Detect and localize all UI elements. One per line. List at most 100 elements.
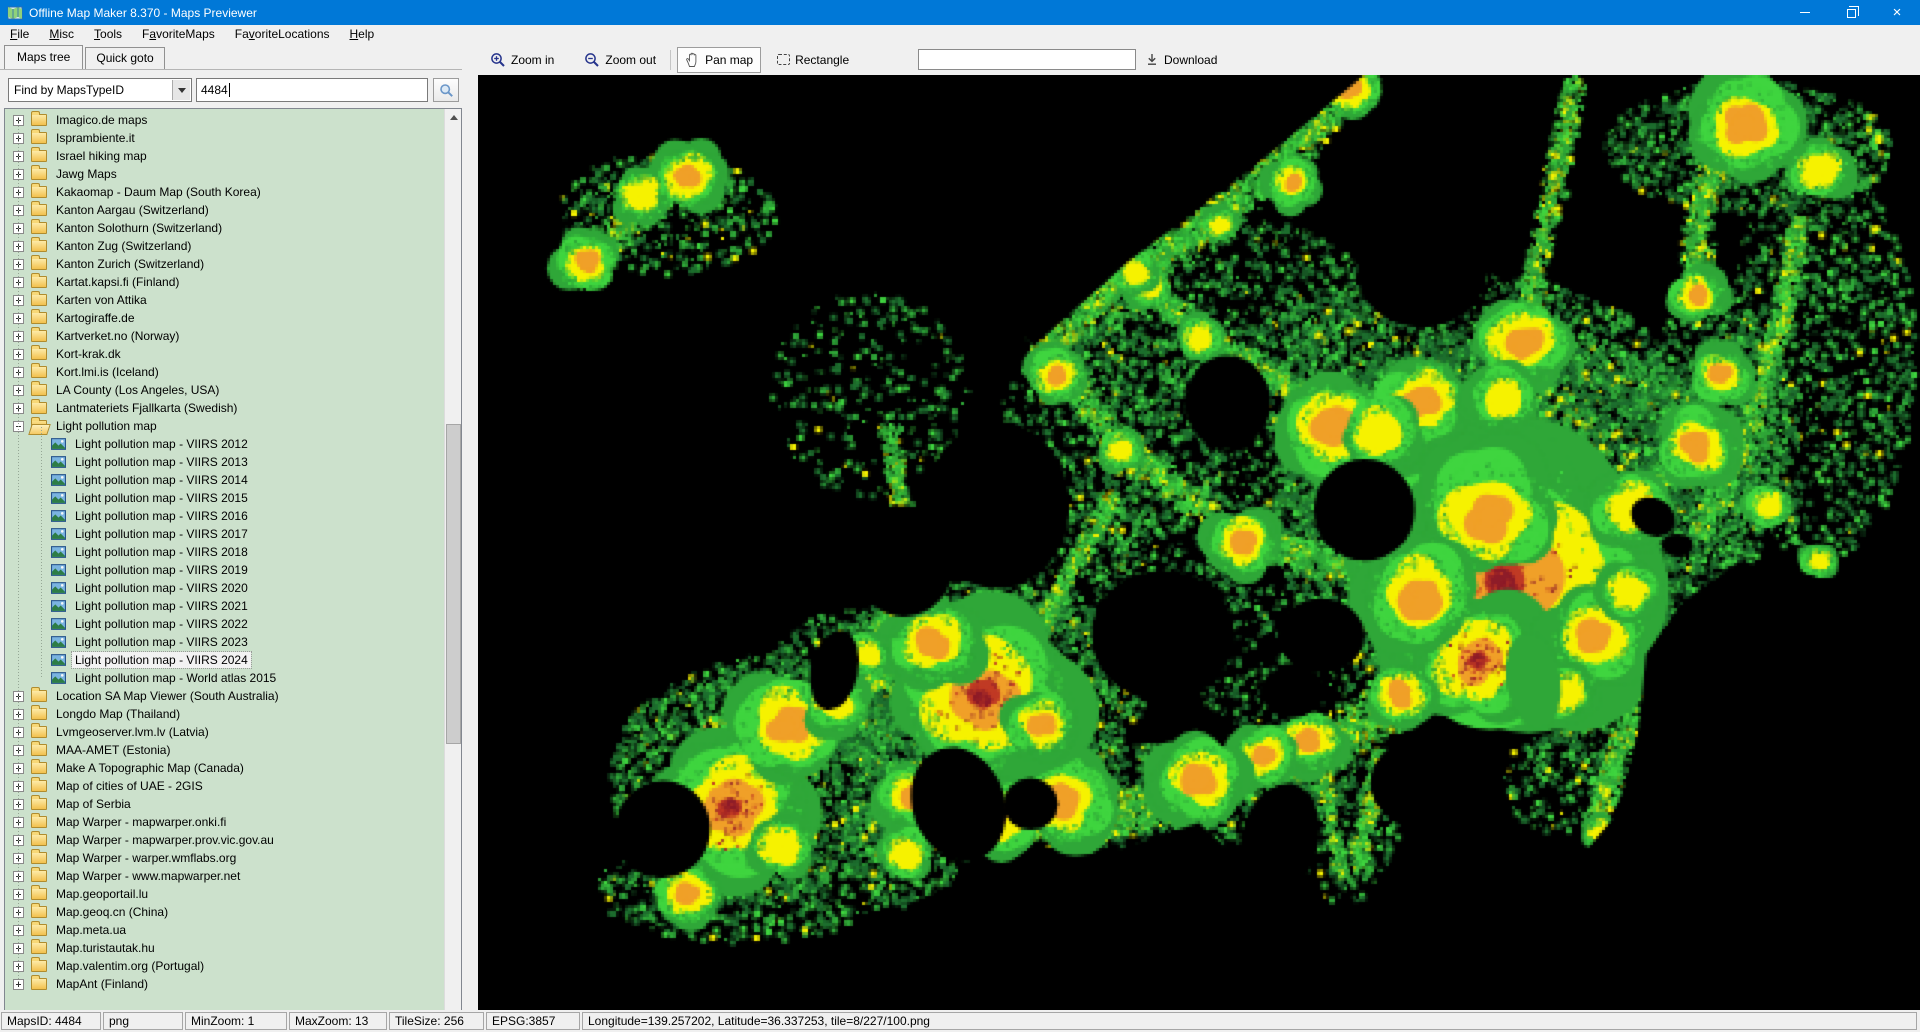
folder-icon bbox=[31, 222, 47, 234]
tree-item[interactable]: Light pollution map - VIIRS 2022 bbox=[5, 615, 444, 633]
rectangle-button[interactable]: Rectangle bbox=[769, 48, 857, 72]
tree-item-label: Map Warper - warper.wmflabs.org bbox=[53, 850, 239, 866]
combobox-dropdown-button[interactable] bbox=[172, 80, 190, 100]
tree-folder[interactable]: Map.turistautak.hu bbox=[5, 939, 444, 957]
tree-item[interactable]: Light pollution map - VIIRS 2016 bbox=[5, 507, 444, 525]
tree-folder[interactable]: Location SA Map Viewer (South Australia) bbox=[5, 687, 444, 705]
tree-folder[interactable]: Kartogiraffe.de bbox=[5, 309, 444, 327]
folder-icon bbox=[31, 132, 47, 144]
menu-misc[interactable]: Misc bbox=[39, 25, 84, 43]
tree-folder[interactable]: Map.valentim.org (Portugal) bbox=[5, 957, 444, 975]
status-min-zoom: MinZoom: 1 bbox=[185, 1012, 287, 1030]
restore-button[interactable] bbox=[1828, 0, 1874, 25]
tree-item[interactable]: Light pollution map - VIIRS 2015 bbox=[5, 489, 444, 507]
tree-folder[interactable]: Longdo Map (Thailand) bbox=[5, 705, 444, 723]
tree-item[interactable]: Light pollution map - VIIRS 2024 bbox=[5, 651, 444, 669]
scrollbar-thumb[interactable] bbox=[446, 424, 461, 744]
tree-item-label: Location SA Map Viewer (South Australia) bbox=[53, 688, 282, 704]
tree-item-label: Light pollution map - VIIRS 2020 bbox=[72, 580, 251, 596]
status-max-zoom: MaxZoom: 13 bbox=[289, 1012, 387, 1030]
tree-folder[interactable]: Lvmgeoserver.lvm.lv (Latvia) bbox=[5, 723, 444, 741]
tree-folder[interactable]: Kartat.kapsi.fi (Finland) bbox=[5, 273, 444, 291]
tree-item-label: Jawg Maps bbox=[53, 166, 120, 182]
find-by-combobox[interactable]: Find by MapsTypeID bbox=[8, 78, 192, 102]
tree-folder[interactable]: Kort-krak.dk bbox=[5, 345, 444, 363]
folder-icon bbox=[31, 240, 47, 252]
tree-item[interactable]: Light pollution map - VIIRS 2017 bbox=[5, 525, 444, 543]
folder-icon bbox=[31, 150, 47, 162]
download-button[interactable]: Download bbox=[1138, 44, 1224, 75]
tree-folder[interactable]: Map of cities of UAE - 2GIS bbox=[5, 777, 444, 795]
folder-icon bbox=[31, 690, 47, 702]
scroll-up-button[interactable] bbox=[445, 109, 462, 126]
tree-item-label: Light pollution map - VIIRS 2012 bbox=[72, 436, 251, 452]
tree-folder[interactable]: Kort.lmi.is (Iceland) bbox=[5, 363, 444, 381]
menu-favoritemaps[interactable]: FavoriteMaps bbox=[132, 25, 225, 43]
tree-item[interactable]: Light pollution map - World atlas 2015 bbox=[5, 669, 444, 687]
rectangle-icon bbox=[777, 54, 790, 65]
tree-item-label: Lvmgeoserver.lvm.lv (Latvia) bbox=[53, 724, 212, 740]
text-caret bbox=[229, 83, 230, 97]
tree-folder[interactable]: Map of Serbia bbox=[5, 795, 444, 813]
tree-item[interactable]: Light pollution map - VIIRS 2018 bbox=[5, 543, 444, 561]
tree-item-label: Light pollution map - VIIRS 2022 bbox=[72, 616, 251, 632]
tree-folder[interactable]: Kanton Aargau (Switzerland) bbox=[5, 201, 444, 219]
tree-item[interactable]: Light pollution map - VIIRS 2021 bbox=[5, 597, 444, 615]
tree-folder[interactable]: Light pollution map bbox=[5, 417, 444, 435]
location-field[interactable] bbox=[918, 49, 1136, 70]
tree-item[interactable]: Light pollution map - VIIRS 2012 bbox=[5, 435, 444, 453]
tree-folder[interactable]: Kartverket.no (Norway) bbox=[5, 327, 444, 345]
tree-folder[interactable]: Map.meta.ua bbox=[5, 921, 444, 939]
tree-folder[interactable]: Kanton Zug (Switzerland) bbox=[5, 237, 444, 255]
map-tile-icon bbox=[51, 546, 66, 558]
tree-folder[interactable]: Map.geoportail.lu bbox=[5, 885, 444, 903]
tree-folder[interactable]: Imagico.de maps bbox=[5, 111, 444, 129]
tree-folder[interactable]: Map.geoq.cn (China) bbox=[5, 903, 444, 921]
tree-folder[interactable]: Lantmateriets Fjallkarta (Swedish) bbox=[5, 399, 444, 417]
tree-item-label: Light pollution map - VIIRS 2024 bbox=[72, 652, 251, 668]
tree-item-label: Kort.lmi.is (Iceland) bbox=[53, 364, 162, 380]
tree-item-label: Light pollution map - VIIRS 2016 bbox=[72, 508, 251, 524]
tree-folder[interactable]: Map Warper - mapwarper.prov.vic.gov.au bbox=[5, 831, 444, 849]
tab-maps-tree[interactable]: Maps tree bbox=[4, 45, 83, 70]
tree-folder[interactable]: Kanton Zurich (Switzerland) bbox=[5, 255, 444, 273]
close-icon: × bbox=[1893, 5, 1902, 20]
map-tile-icon bbox=[51, 510, 66, 522]
zoom-out-button[interactable]: Zoom out bbox=[576, 47, 664, 73]
tree-folder[interactable]: Israel hiking map bbox=[5, 147, 444, 165]
minimize-button[interactable] bbox=[1782, 0, 1828, 25]
zoom-in-button[interactable]: Zoom in bbox=[482, 47, 562, 73]
tree-folder[interactable]: Map Warper - www.mapwarper.net bbox=[5, 867, 444, 885]
tree-folder[interactable]: Make A Topographic Map (Canada) bbox=[5, 759, 444, 777]
menu-help[interactable]: Help bbox=[340, 25, 385, 43]
tree-scrollbar[interactable] bbox=[444, 109, 461, 1032]
tree-folder[interactable]: Isprambiente.it bbox=[5, 129, 444, 147]
menu-file[interactable]: File bbox=[0, 25, 39, 43]
tree-folder[interactable]: Karten von Attika bbox=[5, 291, 444, 309]
tree-folder[interactable]: MAA-AMET (Estonia) bbox=[5, 741, 444, 759]
search-input[interactable]: 4484 bbox=[196, 78, 428, 102]
close-button[interactable]: × bbox=[1874, 0, 1920, 25]
tree-folder[interactable]: Kanton Solothurn (Switzerland) bbox=[5, 219, 444, 237]
tree-folder[interactable]: LA County (Los Angeles, USA) bbox=[5, 381, 444, 399]
tree-folder[interactable]: Map Warper - warper.wmflabs.org bbox=[5, 849, 444, 867]
map-tile-icon bbox=[51, 438, 66, 450]
map-view[interactable] bbox=[478, 75, 1920, 1010]
tree-item[interactable]: Light pollution map - VIIRS 2013 bbox=[5, 453, 444, 471]
tab-quick-goto[interactable]: Quick goto bbox=[85, 47, 164, 69]
tree-item[interactable]: Light pollution map - VIIRS 2020 bbox=[5, 579, 444, 597]
folder-icon bbox=[31, 168, 47, 180]
tree-item[interactable]: Light pollution map - VIIRS 2014 bbox=[5, 471, 444, 489]
tree-folder[interactable]: Map Warper - mapwarper.onki.fi bbox=[5, 813, 444, 831]
pan-map-button[interactable]: Pan map bbox=[677, 47, 761, 73]
tree-folder[interactable]: Jawg Maps bbox=[5, 165, 444, 183]
tree-item[interactable]: Light pollution map - VIIRS 2019 bbox=[5, 561, 444, 579]
search-button[interactable] bbox=[433, 78, 459, 102]
tree-folder[interactable]: Kakaomap - Daum Map (South Korea) bbox=[5, 183, 444, 201]
menu-tools[interactable]: Tools bbox=[84, 25, 132, 43]
tree-folder[interactable]: MapAnt (Finland) bbox=[5, 975, 444, 993]
menu-favoritelocations[interactable]: FavoriteLocations bbox=[225, 25, 340, 43]
open-folder-icon bbox=[31, 420, 47, 432]
folder-icon bbox=[31, 906, 47, 918]
tree-item[interactable]: Light pollution map - VIIRS 2023 bbox=[5, 633, 444, 651]
